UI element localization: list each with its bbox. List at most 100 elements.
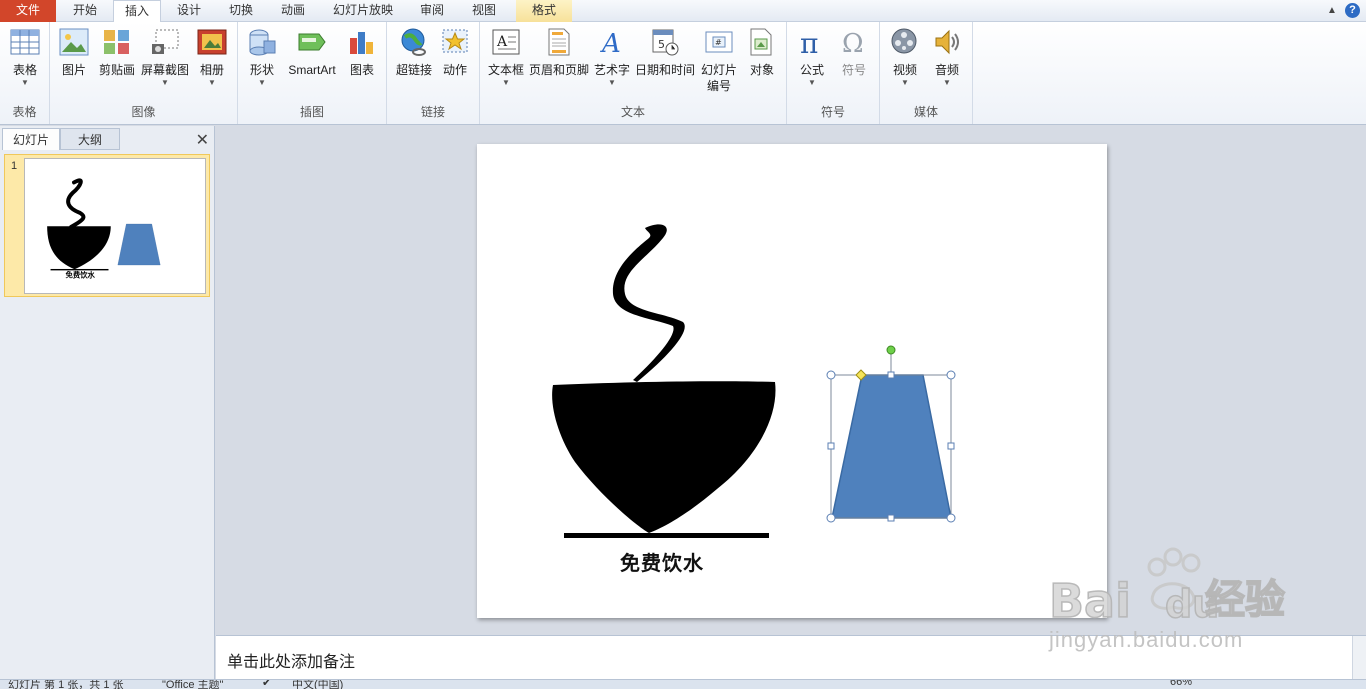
group-label: 链接 [420,105,445,119]
picture-button[interactable]: 图片 [56,26,92,78]
tab-review[interactable]: 审阅 [408,0,456,22]
picture-label: 图片 [61,63,86,77]
smartart-icon [297,26,327,58]
symbol-label: 符号 [841,63,866,77]
smartart-button[interactable]: SmartArt [284,26,340,78]
object-button[interactable]: 对象 [744,26,780,78]
action-button[interactable]: 动作 [437,26,473,78]
base-line[interactable] [564,533,769,538]
album-button[interactable]: 相册 ▼ [194,26,230,88]
audio-button[interactable]: 音频 ▼ [928,26,966,88]
textbox-button[interactable]: A 文本框 ▼ [484,26,528,88]
tab-animations[interactable]: 动画 [269,0,317,22]
group-table: 表格 ▼ 表格 [0,22,50,124]
tab-design[interactable]: 设计 [165,0,213,22]
wordart-button[interactable]: A 艺术字 ▼ [592,26,632,88]
table-button[interactable]: 表格 ▼ [4,26,46,88]
tab-transitions[interactable]: 切换 [217,0,265,22]
svg-text:#: # [715,38,722,47]
textbox-label: 文本框 [487,63,524,77]
screenshot-icon [150,26,180,58]
object-label: 对象 [749,63,774,77]
group-label: 符号 [820,105,845,119]
steam-shape[interactable] [612,224,685,382]
minimize-ribbon-icon[interactable]: ▲ [1327,3,1339,18]
speaker-icon [932,26,962,58]
tab-format[interactable]: 格式 [516,0,572,22]
symbol-button[interactable]: Ω 符号 [835,26,873,78]
photo-album-icon [197,26,227,58]
datetime-button[interactable]: 5 日期和时间 [634,26,696,78]
picture-icon [59,26,89,58]
status-language[interactable]: 中文(中国) [292,680,343,689]
shapes-icon [247,26,277,58]
header-footer-icon [544,26,574,58]
audio-label: 音频 [934,63,959,77]
notes-pane[interactable]: 单击此处添加备注 [216,635,1366,680]
chevron-down-icon: ▼ [943,78,951,87]
group-label: 插图 [299,105,324,119]
tab-file[interactable]: 文件 [0,0,56,22]
slide-number-label-1: 幻灯片 [700,63,737,77]
group-label: 文本 [620,105,645,119]
chevron-down-icon: ▼ [258,78,266,87]
wordart-label: 艺术字 [593,63,630,77]
slide-thumbnail-item[interactable]: 1 免费饮水 [4,154,210,297]
hyperlink-button[interactable]: 超链接 [392,26,436,78]
notes-scrollbar[interactable] [1352,636,1366,680]
help-icon[interactable]: ? [1345,3,1360,18]
slide-thumbnail[interactable]: 免费饮水 [24,158,206,294]
slide-caption-text[interactable]: 免费饮水 [620,547,704,576]
video-button[interactable]: 视频 ▼ [886,26,924,88]
tab-view[interactable]: 视图 [460,0,508,22]
chart-label: 图表 [349,63,374,77]
bowl-shape[interactable] [552,381,776,533]
trapezoid-shape[interactable] [831,374,952,519]
chevron-down-icon: ▼ [502,78,510,87]
group-link: 超链接 动作 链接 [387,22,480,124]
chevron-down-icon: ▼ [208,78,216,87]
equation-button[interactable]: π 公式 ▼ [793,26,831,88]
equation-label: 公式 [799,63,824,77]
action-star-icon [440,26,470,58]
shapes-label: 形状 [249,63,274,77]
tab-home[interactable]: 开始 [60,0,110,22]
close-pane-icon[interactable]: ✕ [196,130,209,150]
screenshot-label: 屏幕截图 [140,63,189,77]
action-label: 动作 [442,63,467,77]
clipart-button[interactable]: 剪贴画 [96,26,138,78]
video-label: 视频 [892,63,917,77]
tab-slideshow[interactable]: 幻灯片放映 [324,0,402,22]
ribbon: 表格 ▼ 表格 图片 剪贴画 屏幕截图 ▼ 相册 ▼ 图像 形状 ▼ Smart… [0,22,1366,125]
slide-editing-area: 免费饮水 [216,126,1366,635]
screenshot-button[interactable]: 屏幕截图 ▼ [140,26,190,88]
thumbnail-graphic: 免费饮水 [47,178,161,280]
slide-number-button[interactable]: # 幻灯片 编号 [698,26,740,94]
textbox-icon: A [491,26,521,58]
spellcheck-icon[interactable]: ✔ [262,680,271,689]
album-label: 相册 [199,63,224,77]
notes-placeholder[interactable]: 单击此处添加备注 [227,648,355,672]
status-bar: 幻灯片 第 1 张，共 1 张 "Office 主题" ✔ 中文(中国) 66% [0,679,1366,689]
svg-text:A: A [496,34,508,50]
group-illustration: 形状 ▼ SmartArt 图表 插图 [238,22,387,124]
tab-slides-pane[interactable]: 幻灯片 [2,128,60,150]
shapes-button[interactable]: 形状 ▼ [244,26,280,88]
status-zoom[interactable]: 66% [1170,680,1192,688]
calendar-clock-icon: 5 [650,26,680,58]
chevron-down-icon: ▼ [808,78,816,87]
group-media: 视频 ▼ 音频 ▼ 媒体 [880,22,973,124]
status-theme[interactable]: "Office 主题" [162,680,223,689]
wordart-icon: A [597,26,627,58]
tab-outline-pane[interactable]: 大纲 [60,128,120,150]
chart-button[interactable]: 图表 [344,26,380,78]
header-footer-button[interactable]: 页眉和页脚 [528,26,590,78]
svg-text:π: π [800,27,818,57]
slide-canvas[interactable]: 免费饮水 [477,144,1107,618]
pane-tabs: 幻灯片 大纲 ✕ [0,128,215,150]
slides-pane: 幻灯片 大纲 ✕ 1 免费饮水 [0,126,215,689]
tab-insert[interactable]: 插入 [113,0,161,23]
slide-thumbnail-number: 1 [11,160,18,172]
globe-link-icon [399,26,429,58]
group-label: 图像 [131,105,156,119]
